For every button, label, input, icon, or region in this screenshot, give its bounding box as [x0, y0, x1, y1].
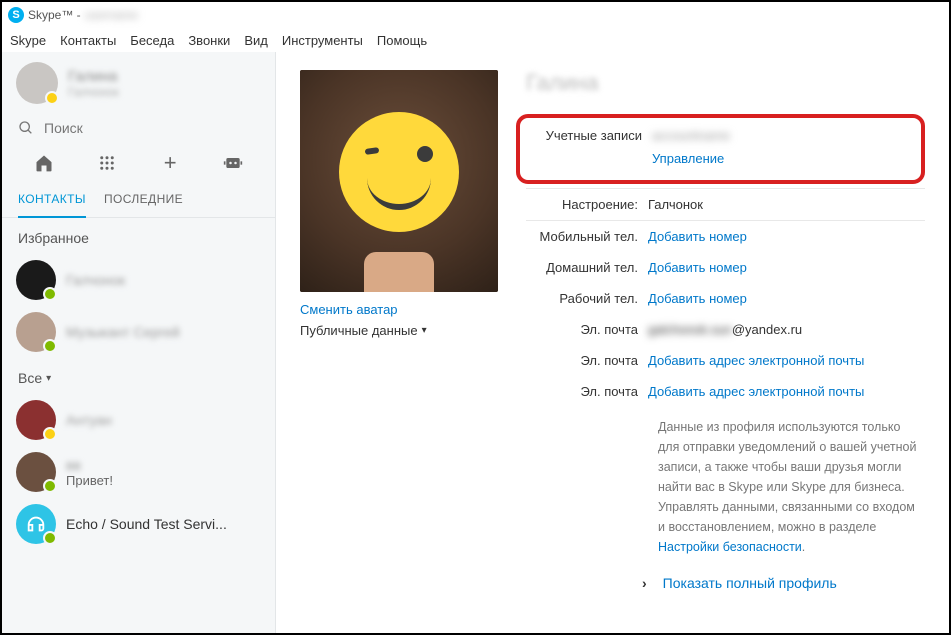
headset-icon: [25, 513, 47, 535]
bot-icon: [223, 154, 243, 172]
search-input[interactable]: Поиск: [2, 112, 275, 144]
status-away-icon: [45, 91, 59, 105]
search-icon: [18, 120, 34, 136]
contact-name: вв: [66, 457, 113, 473]
menu-help[interactable]: Помощь: [377, 33, 427, 48]
contact-name: Антуан: [66, 412, 112, 428]
menu-tools[interactable]: Инструменты: [282, 33, 363, 48]
chevron-down-icon: ▾: [46, 373, 51, 384]
dialpad-button[interactable]: [75, 154, 138, 172]
status-away-icon: [43, 427, 57, 441]
menu-skype[interactable]: Skype: [10, 33, 46, 48]
profile-name: Галина: [526, 70, 925, 96]
field-label: Настроение:: [526, 197, 648, 212]
sidebar: Галина Галчонок Поиск + КОНТАКТЫ ПОСЛЕДН…: [2, 52, 276, 633]
status-online-icon: [43, 479, 57, 493]
account-value: accountname: [652, 128, 730, 143]
window-title: Skype™ -: [28, 8, 81, 22]
dialpad-icon: [98, 154, 116, 172]
profile-panel: Сменить аватар Публичные данные ▾ Галина…: [276, 52, 949, 633]
mood-value[interactable]: Галчонок: [648, 197, 925, 212]
field-label: Мобильный тел.: [526, 229, 648, 244]
contact-avatar: [16, 312, 56, 352]
add-mobile-link[interactable]: Добавить номер: [648, 229, 747, 244]
field-label: Эл. почта: [526, 384, 648, 399]
status-online-icon: [43, 287, 57, 301]
contact-avatar: [16, 504, 56, 544]
contact-name: Echo / Sound Test Servi...: [66, 516, 227, 532]
contact-item[interactable]: Антуан: [2, 394, 275, 446]
home-icon: [34, 153, 54, 173]
field-label: Домашний тел.: [526, 260, 648, 275]
tab-contacts[interactable]: КОНТАКТЫ: [18, 186, 86, 218]
add-email-link[interactable]: Добавить адрес электронной почты: [648, 353, 864, 368]
profile-picture[interactable]: [300, 70, 498, 292]
email-value: galchonok.sun@yandex.ru: [648, 322, 802, 337]
manage-account-link[interactable]: Управление: [652, 151, 724, 166]
sidebar-tabs: КОНТАКТЫ ПОСЛЕДНИЕ: [2, 186, 275, 218]
contact-name: Галчонок: [66, 272, 125, 288]
show-full-profile-link[interactable]: › Показать полный профиль: [526, 575, 925, 591]
home-button[interactable]: [12, 153, 75, 173]
contact-sub: Привет!: [66, 473, 113, 488]
self-profile-row[interactable]: Галина Галчонок: [2, 52, 275, 112]
section-favorites[interactable]: Избранное: [2, 218, 275, 254]
contact-item[interactable]: Музыкант Сергей: [2, 306, 275, 358]
field-label: Эл. почта: [526, 322, 648, 337]
add-work-link[interactable]: Добавить номер: [648, 291, 747, 306]
menu-bar: Skype Контакты Беседа Звонки Вид Инструм…: [2, 28, 949, 52]
search-placeholder: Поиск: [44, 120, 83, 136]
change-avatar-link[interactable]: Сменить аватар: [300, 302, 498, 317]
self-name: Галина: [68, 68, 119, 85]
tab-recent[interactable]: ПОСЛЕДНИЕ: [104, 186, 183, 217]
self-mood: Галчонок: [68, 85, 119, 99]
contact-avatar: [16, 260, 56, 300]
chevron-down-icon: ▾: [422, 325, 427, 336]
status-online-icon: [43, 339, 57, 353]
add-home-link[interactable]: Добавить номер: [648, 260, 747, 275]
window-title-user: username: [85, 8, 138, 22]
contact-item[interactable]: вв Привет!: [2, 446, 275, 498]
public-data-dropdown[interactable]: Публичные данные ▾: [300, 323, 498, 338]
security-settings-link[interactable]: Настройки безопасности: [658, 540, 802, 554]
contact-name: Музыкант Сергей: [66, 324, 180, 340]
menu-conversation[interactable]: Беседа: [130, 33, 174, 48]
contact-item[interactable]: Echo / Sound Test Servi...: [2, 498, 275, 550]
field-label: Учетные записи: [530, 128, 652, 143]
chevron-right-icon: ›: [642, 575, 647, 591]
field-label: Рабочий тел.: [526, 291, 648, 306]
bot-button[interactable]: [202, 154, 265, 172]
accounts-highlight: Учетные записи accountname Управление: [516, 114, 925, 184]
privacy-note: Данные из профиля используются только дл…: [526, 417, 925, 557]
add-email-link[interactable]: Добавить адрес электронной почты: [648, 384, 864, 399]
menu-calls[interactable]: Звонки: [188, 33, 230, 48]
status-online-icon: [43, 531, 57, 545]
field-label: Эл. почта: [526, 353, 648, 368]
add-contact-button[interactable]: +: [139, 150, 202, 176]
skype-logo-icon: S: [8, 7, 24, 23]
menu-view[interactable]: Вид: [244, 33, 268, 48]
section-all[interactable]: Все ▾: [2, 358, 275, 394]
contact-item[interactable]: Галчонок: [2, 254, 275, 306]
contact-avatar: [16, 452, 56, 492]
self-avatar: [16, 62, 58, 104]
title-bar: S Skype™ - username: [2, 2, 949, 28]
contact-avatar: [16, 400, 56, 440]
sidebar-toolbar: +: [2, 144, 275, 186]
menu-contacts[interactable]: Контакты: [60, 33, 116, 48]
